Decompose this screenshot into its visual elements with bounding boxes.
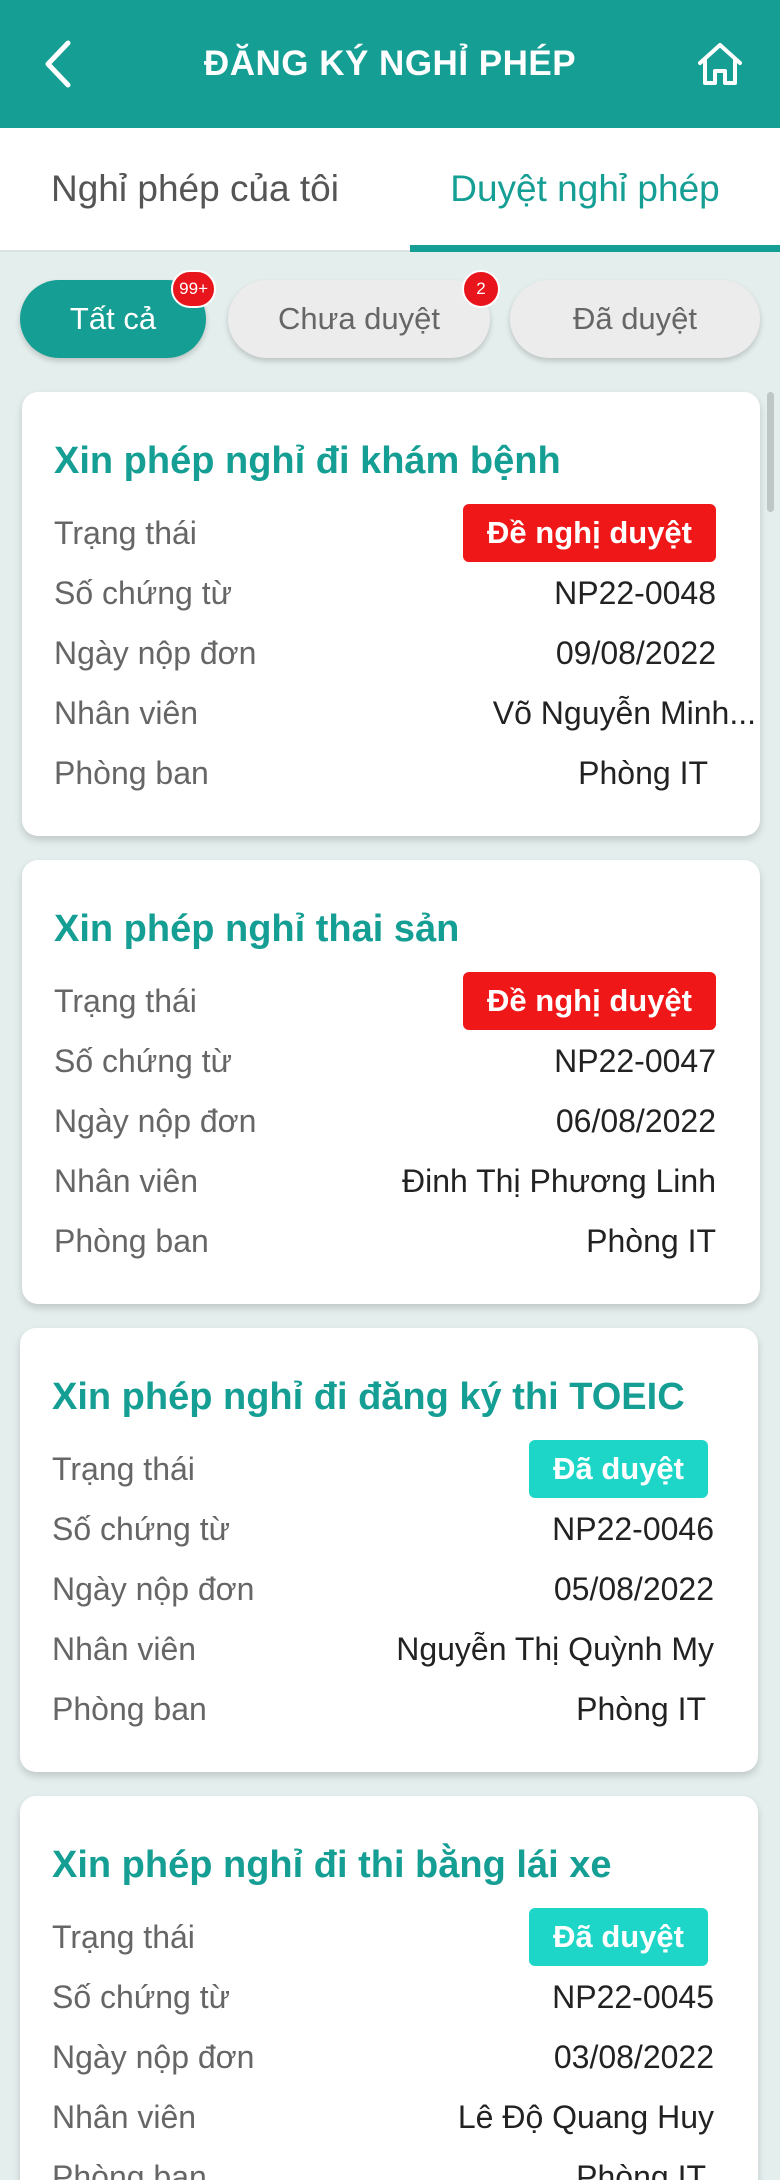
- leave-request-card[interactable]: Xin phép nghỉ đi đăng ký thi TOEIC Trạng…: [20, 1328, 758, 1772]
- status-row: Trạng thái Đề nghị duyệt: [54, 504, 760, 562]
- filter-pending[interactable]: Chưa duyệt 2: [228, 270, 500, 358]
- doc-no-value: NP22-0047: [554, 1042, 716, 1079]
- doc-no-row: Số chứng từ NP22-0048: [54, 568, 760, 618]
- status-row: Trạng thái Đề nghị duyệt: [54, 972, 760, 1030]
- department-label: Phòng ban: [52, 2158, 207, 2180]
- status-row: Trạng thái Đã duyệt: [52, 1908, 758, 1966]
- doc-no-value: NP22-0048: [554, 574, 716, 611]
- doc-no-value: NP22-0046: [552, 1510, 714, 1547]
- status-badge: Đề nghị duyệt: [463, 504, 716, 562]
- department-label: Phòng ban: [52, 1690, 207, 1727]
- doc-no-row: Số chứng từ NP22-0045: [52, 1972, 758, 2022]
- department-value: Phòng IT: [576, 2158, 706, 2180]
- filter-approved[interactable]: Đã duyệt: [510, 280, 760, 358]
- scrollbar[interactable]: [767, 392, 774, 512]
- employee-value: Lê Độ Quang Huy: [457, 2098, 714, 2135]
- tab-bar: Nghỉ phép của tôi Duyệt nghỉ phép: [0, 128, 780, 252]
- date-label: Ngày nộp đơn: [54, 634, 257, 671]
- employee-row: Nhân viên Nguyễn Thị Quỳnh My: [52, 1624, 758, 1674]
- status-label: Trạng thái: [54, 514, 197, 551]
- date-row: Ngày nộp đơn 09/08/2022: [54, 628, 760, 678]
- department-row: Phòng ban Phòng IT: [52, 2152, 758, 2180]
- request-title: Xin phép nghỉ đi khám bệnh: [54, 440, 561, 482]
- doc-no-label: Số chứng từ: [52, 1510, 231, 1547]
- department-row: Phòng ban Phòng IT: [52, 1684, 758, 1734]
- app-header: ĐĂNG KÝ NGHỈ PHÉP: [0, 0, 780, 128]
- page-title: ĐĂNG KÝ NGHỈ PHÉP: [203, 44, 577, 83]
- leave-request-card[interactable]: Xin phép nghỉ đi thi bằng lái xe Trạng t…: [20, 1796, 758, 2180]
- status-label: Trạng thái: [54, 982, 197, 1019]
- doc-no-row: Số chứng từ NP22-0046: [52, 1504, 758, 1554]
- department-value: Phòng IT: [576, 1690, 706, 1727]
- tab-approve-leave[interactable]: Duyệt nghỉ phép: [390, 128, 780, 252]
- date-row: Ngày nộp đơn 06/08/2022: [54, 1096, 760, 1146]
- count-badge: 2: [462, 270, 500, 308]
- request-title: Xin phép nghỉ đi thi bằng lái xe: [52, 1844, 612, 1886]
- date-label: Ngày nộp đơn: [52, 1570, 255, 1607]
- status-badge: Đề nghị duyệt: [463, 972, 716, 1030]
- date-row: Ngày nộp đơn 05/08/2022: [52, 1564, 758, 1614]
- doc-no-value: NP22-0045: [552, 1978, 714, 2015]
- leave-request-card[interactable]: Xin phép nghỉ đi khám bệnh Trạng thái Đề…: [22, 392, 760, 836]
- employee-label: Nhân viên: [52, 1630, 197, 1667]
- employee-row: Nhân viên Võ Nguyễn Minh...: [54, 688, 760, 738]
- department-label: Phòng ban: [54, 754, 209, 791]
- department-value: Phòng IT: [586, 1222, 716, 1259]
- tab-my-leave[interactable]: Nghỉ phép của tôi: [0, 128, 390, 250]
- employee-label: Nhân viên: [54, 1162, 199, 1199]
- chevron-left-icon: [45, 40, 71, 88]
- doc-no-label: Số chứng từ: [54, 574, 233, 611]
- tab-label: Nghỉ phép của tôi: [51, 168, 339, 209]
- employee-label: Nhân viên: [54, 694, 199, 731]
- employee-value: Võ Nguyễn Minh...: [492, 694, 756, 731]
- date-label: Ngày nộp đơn: [54, 1102, 257, 1139]
- department-row: Phòng ban Phòng IT: [54, 748, 760, 798]
- status-badge: Đã duyệt: [529, 1908, 708, 1966]
- home-button[interactable]: [688, 34, 752, 94]
- leave-request-card[interactable]: Xin phép nghỉ thai sản Trạng thái Đề ngh…: [22, 860, 760, 1304]
- status-badge: Đã duyệt: [529, 1440, 708, 1498]
- status-label: Trạng thái: [52, 1450, 195, 1487]
- filter-bar: Tất cả 99+ Chưa duyệt 2 Đã duyệt: [0, 252, 780, 372]
- date-value: 06/08/2022: [555, 1102, 716, 1139]
- request-title: Xin phép nghỉ thai sản: [54, 908, 460, 950]
- tab-label: Duyệt nghỉ phép: [450, 168, 720, 209]
- doc-no-row: Số chứng từ NP22-0047: [54, 1036, 760, 1086]
- date-label: Ngày nộp đơn: [52, 2038, 255, 2075]
- department-row: Phòng ban Phòng IT: [54, 1216, 760, 1266]
- filter-label: Đã duyệt: [572, 301, 698, 336]
- employee-row: Nhân viên Lê Độ Quang Huy: [52, 2092, 758, 2142]
- employee-label: Nhân viên: [52, 2098, 197, 2135]
- doc-no-label: Số chứng từ: [52, 1978, 231, 2015]
- filter-label: Chưa duyệt: [277, 301, 441, 336]
- employee-value: Đinh Thị Phương Linh: [402, 1162, 716, 1199]
- department-value: Phòng IT: [578, 754, 708, 791]
- status-row: Trạng thái Đã duyệt: [52, 1440, 758, 1498]
- filter-all[interactable]: Tất cả 99+: [20, 270, 216, 358]
- date-value: 05/08/2022: [553, 1570, 714, 1607]
- status-label: Trạng thái: [52, 1918, 195, 1955]
- request-title: Xin phép nghỉ đi đăng ký thi TOEIC: [52, 1376, 685, 1418]
- employee-value: Nguyễn Thị Quỳnh My: [396, 1630, 714, 1667]
- count-badge: 99+: [171, 270, 216, 308]
- date-row: Ngày nộp đơn 03/08/2022: [52, 2032, 758, 2082]
- department-label: Phòng ban: [54, 1222, 209, 1259]
- date-value: 09/08/2022: [555, 634, 716, 671]
- back-button[interactable]: [28, 34, 88, 94]
- doc-no-label: Số chứng từ: [54, 1042, 233, 1079]
- home-icon: [698, 43, 742, 85]
- employee-row: Nhân viên Đinh Thị Phương Linh: [54, 1156, 760, 1206]
- date-value: 03/08/2022: [553, 2038, 714, 2075]
- filter-label: Tất cả: [69, 301, 157, 336]
